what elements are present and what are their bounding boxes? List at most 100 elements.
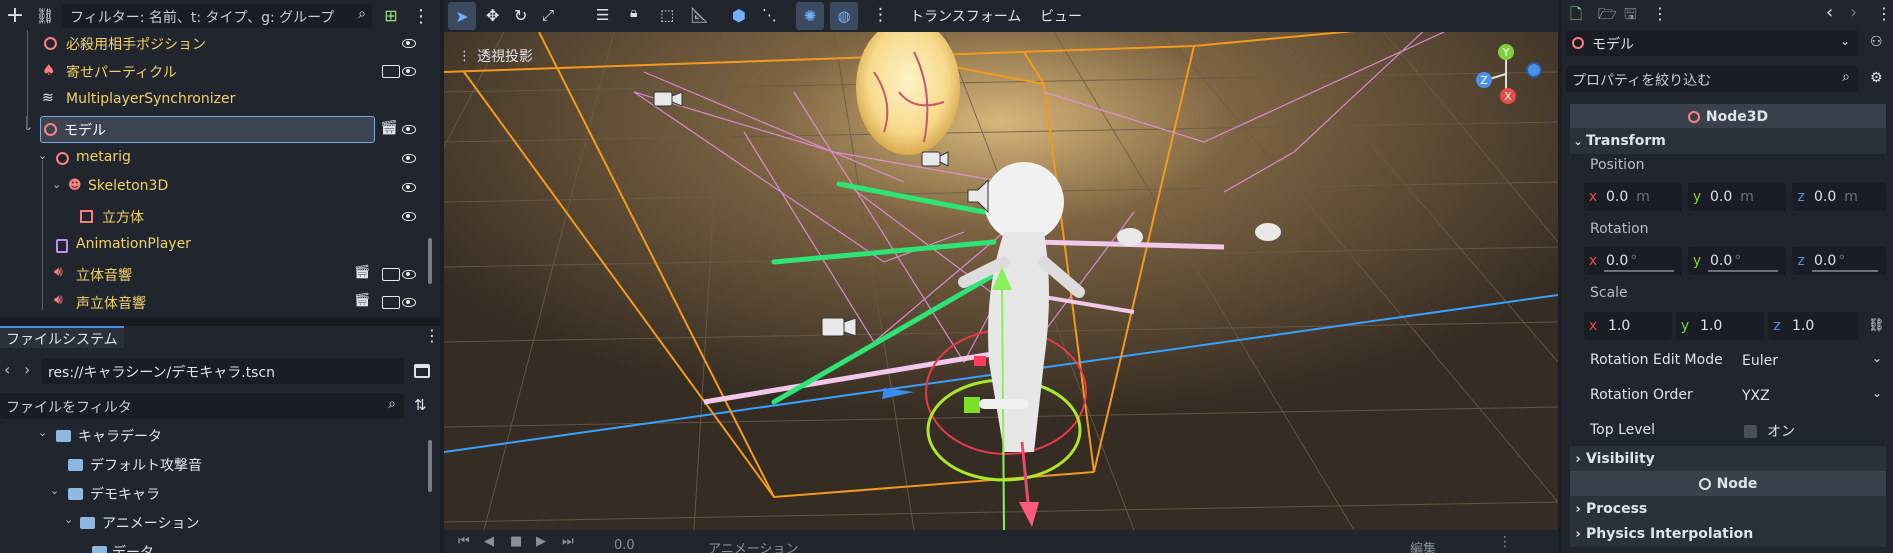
viewport-3d[interactable]: ⋮ 透視投影 Y Z X	[444, 32, 1558, 530]
script-icon[interactable]	[382, 296, 400, 309]
sun-toggle-button[interactable]: ✺	[796, 2, 824, 30]
tree-item[interactable]: 立方体	[0, 203, 430, 230]
add-node-icon[interactable]: +	[4, 3, 26, 28]
visibility-icon[interactable]	[402, 125, 416, 134]
property-filter-input[interactable]: プロパティを絞り込む ⌕	[1566, 66, 1858, 92]
menu-view[interactable]: ビュー	[1040, 6, 1082, 26]
script-icon[interactable]	[382, 268, 400, 281]
scene-scrollbar[interactable]	[428, 238, 432, 284]
tree-item[interactable]: ⌄ ☻ Skeleton3D	[0, 174, 430, 201]
position-x-field[interactable]: x 0.0 m	[1584, 183, 1682, 211]
link-icon[interactable]: ⛓	[1868, 318, 1885, 333]
node-info-icon[interactable]: ⚇	[1870, 34, 1883, 50]
more-options-icon[interactable]: ⋮	[1876, 4, 1892, 23]
gizmo-y-axis[interactable]: Y	[1498, 44, 1514, 60]
rotation-x-field[interactable]: x 0.0 °	[1584, 247, 1682, 275]
rotation-z-field[interactable]: z 0.0 °	[1792, 247, 1886, 275]
rotation-y-slider[interactable]	[1708, 270, 1778, 272]
more-options-icon[interactable]: ⋮	[1652, 4, 1668, 23]
rotate-tool-icon[interactable]: ↻	[514, 6, 527, 25]
tree-item[interactable]: 🔊︎ 立体音響 🎬︎	[0, 261, 430, 288]
clapper-icon[interactable]: 🎬︎	[354, 293, 371, 308]
menu-transform[interactable]: トランスフォーム	[910, 6, 1021, 26]
tree-item[interactable]: AnimationPlayer	[0, 232, 430, 259]
filesystem-tab[interactable]: ファイルシステム	[0, 326, 124, 348]
path-input[interactable]: res://キャラシーン/デモキャラ.tscn	[42, 358, 404, 384]
save-icon[interactable]: 🖫︎	[1624, 4, 1637, 29]
gizmo-x-axis[interactable]: X	[1500, 88, 1516, 104]
rewind-icon[interactable]: ⏮	[458, 534, 470, 549]
script-icon[interactable]	[382, 65, 400, 78]
file-item-folder[interactable]: データ	[0, 538, 430, 553]
scale-x-field[interactable]: x 1.0	[1584, 312, 1672, 340]
select-tool-button[interactable]: ➤	[448, 2, 476, 30]
file-item-folder[interactable]: ⌄ デモキャラ	[0, 480, 430, 508]
tree-item-selected[interactable]: ⌄ モデル 🎬︎	[0, 116, 430, 143]
tree-item[interactable]: ≋ MultiplayerSynchronizer	[0, 87, 430, 114]
instance-scene-icon[interactable]: ⊞	[382, 6, 400, 25]
more-options-icon[interactable]: ⋮	[872, 5, 889, 25]
rot-edit-mode-select[interactable]: Euler ⌄	[1736, 347, 1886, 375]
orientation-gizmo[interactable]: Y Z X	[1464, 42, 1544, 106]
more-options-icon[interactable]: ⋮	[412, 5, 430, 27]
file-item-folder[interactable]: ⌄ アニメーション	[0, 509, 430, 537]
rot-order-select[interactable]: YXZ ⌄	[1736, 382, 1886, 410]
tree-item[interactable]: 必殺用相手ポジション	[0, 30, 430, 57]
scale-tool-icon[interactable]: ⤢	[542, 6, 554, 24]
tree-item[interactable]: 🔊︎ 声立体音響 🎬︎	[0, 290, 430, 314]
node-selector[interactable]: モデル ⌄	[1566, 30, 1858, 56]
dock-divider[interactable]	[0, 318, 440, 326]
list-select-icon[interactable]: ☰	[596, 6, 609, 24]
file-filter-input[interactable]: ファイルをフィルタ ⌕	[0, 393, 404, 419]
collapse-arrow-icon[interactable]: ⌄	[52, 178, 61, 191]
more-options-icon[interactable]: ⋮	[1498, 534, 1512, 550]
collapse-arrow-icon[interactable]: ⌄	[50, 484, 59, 497]
clapper-icon[interactable]: 🎬︎	[380, 120, 398, 136]
tree-item[interactable]: ♠ 寄せパーティクル	[0, 58, 430, 85]
transform-section[interactable]: ⌄ Transform	[1570, 128, 1886, 154]
tree-item[interactable]: ⌄ metarig	[0, 145, 430, 172]
position-z-field[interactable]: z 0.0 m	[1792, 183, 1886, 211]
environment-toggle-button[interactable]: ◍	[830, 2, 858, 30]
top-level-checkbox[interactable]: オン	[1736, 417, 1886, 445]
forward-end-icon[interactable]: ⏭	[562, 534, 574, 549]
collapse-arrow-icon[interactable]: ⌄	[38, 426, 47, 439]
lock-icon[interactable]: 🔒︎	[630, 5, 637, 21]
split-view-icon[interactable]	[414, 364, 430, 378]
local-space-icon[interactable]: ⬢	[732, 6, 746, 25]
visibility-icon[interactable]	[402, 270, 416, 279]
visibility-section[interactable]: › Visibility	[1570, 446, 1886, 472]
visibility-icon[interactable]	[402, 183, 416, 192]
rotation-x-slider[interactable]	[1604, 270, 1674, 272]
stop-icon[interactable]: ■	[510, 534, 522, 549]
visibility-icon[interactable]	[402, 154, 416, 163]
process-section[interactable]: › Process	[1570, 496, 1886, 522]
scale-z-field[interactable]: z 1.0	[1768, 312, 1858, 340]
physics-interpolation-section[interactable]: › Physics Interpolation	[1570, 521, 1886, 547]
visibility-icon[interactable]	[402, 39, 416, 48]
perspective-menu[interactable]: ⋮ 透視投影	[458, 46, 533, 66]
settings-icon[interactable]: ⚙	[1870, 70, 1883, 86]
snap-icon[interactable]: ⋱	[762, 6, 777, 24]
clapper-icon[interactable]: 🎬︎	[354, 265, 371, 280]
anim-edit-button[interactable]: 編集	[1410, 538, 1436, 553]
visibility-icon[interactable]	[402, 298, 416, 307]
visibility-icon[interactable]	[402, 212, 416, 221]
group-icon[interactable]: ⬚	[660, 6, 674, 24]
history-forward-icon[interactable]: ›	[1850, 2, 1857, 23]
filesystem-scrollbar[interactable]	[428, 440, 432, 492]
history-back-icon[interactable]: ‹	[1826, 2, 1833, 23]
position-y-field[interactable]: y 0.0 m	[1688, 183, 1786, 211]
gizmo-z-axis[interactable]: Z	[1476, 72, 1492, 88]
file-item-folder[interactable]: ⌄ キャラデータ	[0, 422, 430, 450]
move-tool-icon[interactable]: ✥	[486, 6, 499, 25]
play-back-icon[interactable]: ◀	[484, 534, 494, 549]
new-resource-icon[interactable]: 🗋︎	[1570, 4, 1582, 29]
play-icon[interactable]: ▶	[536, 534, 546, 549]
anim-time[interactable]: 0.0	[614, 538, 635, 553]
back-icon[interactable]: ‹	[4, 360, 10, 379]
file-item-folder[interactable]: デフォルト攻撃音	[0, 451, 430, 479]
scene-filter-input[interactable]: フィルター: 名前、t: タイプ、g: グループ ⌕	[62, 4, 372, 28]
sort-icon[interactable]: ⇅	[414, 396, 427, 414]
collapse-arrow-icon[interactable]: ⌄	[24, 120, 33, 133]
